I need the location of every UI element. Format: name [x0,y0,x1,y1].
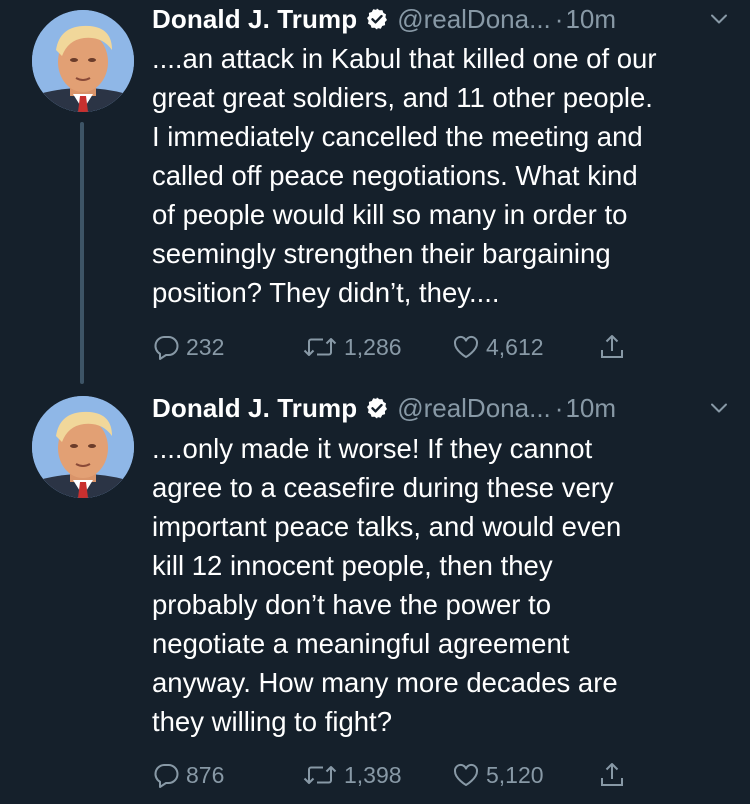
share-button[interactable] [598,332,632,362]
avatar[interactable] [32,10,134,112]
retweet-count: 1,286 [344,333,402,360]
tweet[interactable]: Donald J. Trump @realDona... · 10m ....a… [0,0,750,390]
tweet-text-line: called off peace negotiations. What kind [152,160,638,191]
profile-photo-icon [32,10,134,112]
tweet-text: ....an attack in Kabul that killed one o… [152,39,732,312]
tweet-header: Donald J. Trump @realDona... · 10m [152,0,730,39]
reply-button[interactable]: 876 [152,760,224,790]
author-name[interactable]: Donald J. Trump [152,393,357,424]
reply-button[interactable]: 232 [152,332,224,362]
tweet-text-line: agree to a ceasefire during these very [152,472,614,503]
reply-count: 232 [186,333,225,360]
separator-dot: · [554,392,564,423]
tweet-text-line: ....only made it worse! If they cannot [152,433,593,464]
profile-photo-icon [32,396,134,498]
tweet-text: ....only made it worse! If they cannot a… [152,429,732,741]
tweet-text-line: negotiate a meaningful agreement [152,628,570,659]
tweet-actions: 876 1,398 5,120 [152,760,712,790]
verified-badge-icon [365,7,389,31]
tweet-text-line: they willing to fight? [152,706,392,737]
retweet-icon [302,761,338,789]
heart-icon [452,761,480,789]
tweet-actions: 232 1,286 4,612 [152,332,712,362]
verified-badge-icon [365,396,389,420]
like-button[interactable]: 4,612 [452,332,544,362]
author-handle[interactable]: @realDona... [397,4,551,35]
retweet-button[interactable]: 1,398 [302,760,402,790]
tweet-text-line: kill 12 innocent people, then they [152,550,553,581]
like-count: 4,612 [486,333,544,360]
heart-icon [452,333,480,361]
tweet-text-line: seemingly strengthen their bargaining [152,238,611,269]
tweet[interactable]: Donald J. Trump @realDona... · 10m ....o… [0,390,750,804]
share-button[interactable] [598,760,632,790]
author-name[interactable]: Donald J. Trump [152,4,357,35]
retweet-count: 1,398 [344,761,402,788]
share-icon [598,333,626,361]
reply-icon [152,333,180,361]
reply-count: 876 [186,761,225,788]
tweet-header: Donald J. Trump @realDona... · 10m [152,388,730,428]
like-button[interactable]: 5,120 [452,760,544,790]
tweet-text-line: great great soldiers, and 11 other peopl… [152,82,653,113]
tweet-text-line: of people would kill so many in order to [152,199,628,230]
tweet-text-line: probably don’t have the power to [152,589,552,620]
like-count: 5,120 [486,761,544,788]
separator-dot: · [554,3,564,34]
share-icon [598,761,626,789]
tweet-text-line: anyway. How many more decades are [152,667,618,698]
tweet-timestamp[interactable]: 10m [565,393,616,424]
avatar[interactable] [32,396,134,498]
author-handle[interactable]: @realDona... [397,393,551,424]
thread-connector-line [80,122,84,384]
reply-icon [152,761,180,789]
tweet-text-line: position? They didn’t, they.... [152,277,500,308]
chevron-down-icon[interactable] [708,8,730,30]
tweet-text-line: ....an attack in Kabul that killed one o… [152,43,657,74]
tweet-timestamp[interactable]: 10m [565,4,616,35]
tweet-text-line: important peace talks, and would even [152,511,622,542]
retweet-icon [302,333,338,361]
chevron-down-icon[interactable] [708,397,730,419]
tweet-text-line: I immediately cancelled the meeting and [152,121,643,152]
retweet-button[interactable]: 1,286 [302,332,402,362]
